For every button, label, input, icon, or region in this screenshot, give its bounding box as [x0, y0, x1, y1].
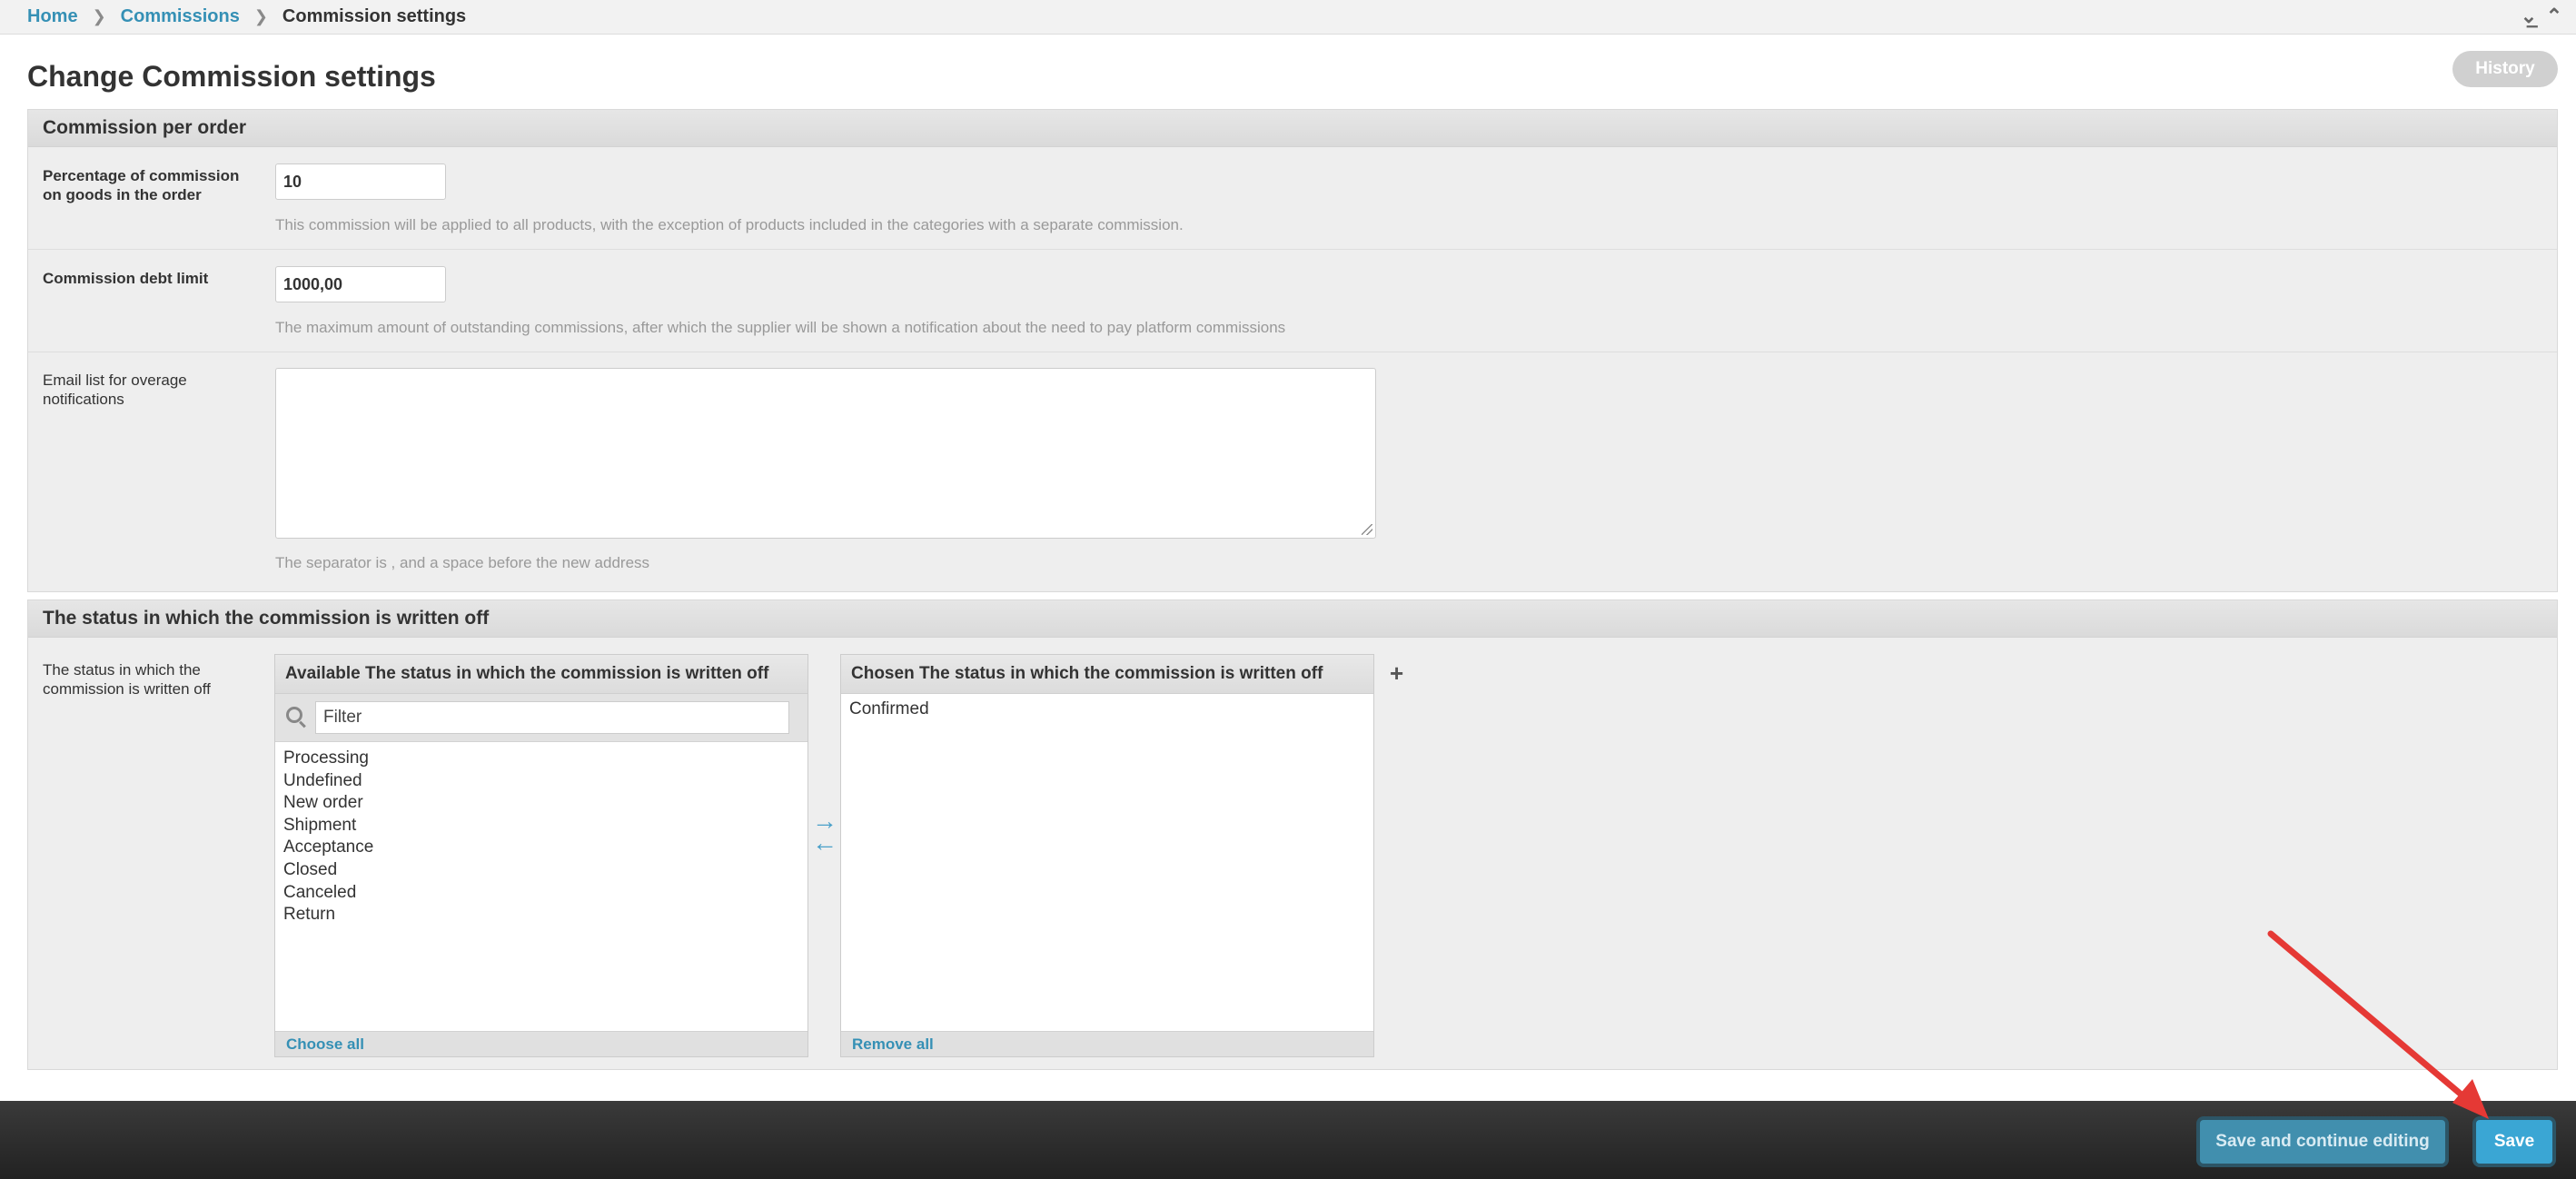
remove-all-link[interactable]: Remove all [841, 1031, 1373, 1056]
list-item[interactable]: Shipment [283, 815, 373, 837]
commission-per-order-fieldset: Commission per order Percentage of commi… [27, 109, 2558, 592]
arrow-left-icon[interactable]: ← [812, 830, 837, 856]
list-item[interactable]: Closed [283, 859, 373, 882]
percentage-input[interactable] [275, 163, 446, 200]
submit-bar: Save and continue editing Save [0, 1101, 2576, 1179]
breadcrumb-current: Commission settings [282, 6, 467, 26]
available-header: Available The status in which the commis… [275, 655, 807, 694]
page-title: Change Commission settings [27, 60, 436, 93]
percentage-row: Percentage of commission on goods in the… [28, 147, 2557, 250]
chevron-right-icon: ❯ [253, 7, 268, 25]
percentage-help: This commission will be applied to all p… [275, 216, 1184, 233]
filter-input[interactable] [315, 701, 789, 734]
chosen-statuses-box: Chosen The status in which the commissio… [840, 654, 1374, 1057]
resize-handle-icon[interactable] [1362, 524, 1372, 535]
list-item[interactable]: Canceled [283, 882, 373, 905]
email-list-textarea[interactable] [275, 368, 1376, 539]
debt-limit-help: The maximum amount of outstanding commis… [275, 319, 1286, 336]
breadcrumb-commissions-link[interactable]: Commissions [121, 6, 240, 27]
email-list-help: The separator is , and a space before th… [275, 554, 650, 571]
writeoff-status-label: The status in which the commission is wr… [43, 661, 211, 698]
debt-limit-label: Commission debt limit [43, 270, 209, 287]
email-list-row: Email list for overage notifications The… [28, 352, 2557, 591]
available-statuses-box: Available The status in which the commis… [274, 654, 808, 1057]
fieldset-title: Commission per order [28, 110, 2557, 147]
chosen-options-list: Confirmed [849, 698, 929, 721]
chevron-right-icon: ❯ [92, 7, 106, 25]
list-item[interactable]: Return [283, 904, 373, 926]
add-icon[interactable]: + [1390, 659, 1403, 688]
search-icon [286, 707, 302, 723]
filter-row [275, 694, 807, 742]
expand-all-icon[interactable]: ⌄̲ [2520, 5, 2538, 27]
collapse-all-icon[interactable]: ⌃ [2545, 5, 2563, 27]
save-button[interactable]: Save [2476, 1120, 2552, 1164]
list-item[interactable]: Confirmed [849, 698, 929, 721]
email-list-label: Email list for overage notifications [43, 372, 187, 408]
debt-limit-input[interactable] [275, 266, 446, 302]
collapse-controls: ⌄̲ ⌃ [2520, 5, 2563, 27]
debt-limit-row: Commission debt limit The maximum amount… [28, 250, 2557, 352]
list-item[interactable]: New order [283, 792, 373, 815]
percentage-label: Percentage of commission on goods in the… [43, 167, 240, 203]
breadcrumb-home-link[interactable]: Home [27, 6, 78, 27]
history-button[interactable]: History [2452, 51, 2558, 87]
list-item[interactable]: Processing [283, 748, 373, 770]
move-arrows: → ← [812, 808, 837, 856]
list-item[interactable]: Undefined [283, 770, 373, 793]
fieldset-title: The status in which the commission is wr… [28, 600, 2557, 638]
choose-all-link[interactable]: Choose all [275, 1031, 807, 1056]
save-continue-button[interactable]: Save and continue editing [2200, 1120, 2445, 1164]
list-item[interactable]: Acceptance [283, 837, 373, 859]
available-options-list: Processing Undefined New order Shipment … [283, 748, 373, 926]
chosen-header: Chosen The status in which the commissio… [841, 655, 1373, 694]
breadcrumb: Home ❯ Commissions ❯ Commission settings… [0, 0, 2576, 35]
